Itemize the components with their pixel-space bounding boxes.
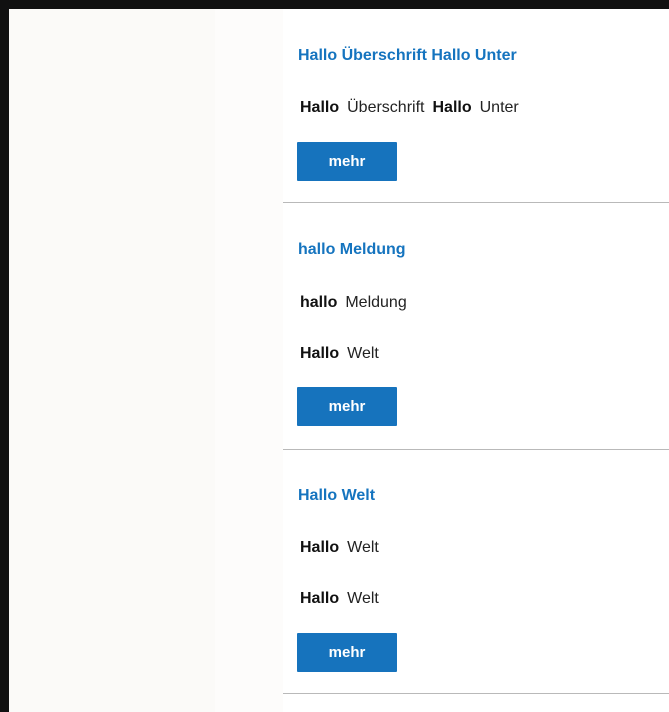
news-item-line: Hallo Welt — [300, 590, 379, 608]
line-value: Welt — [347, 539, 379, 556]
line-value: Welt — [347, 590, 379, 607]
divider — [283, 693, 669, 694]
news-list: Hallo Überschrift Hallo Unter Hallo Übers… — [283, 9, 669, 712]
news-item-title[interactable]: Hallo Welt — [298, 487, 375, 505]
news-item-line: Hallo Welt — [300, 539, 379, 557]
line-label: Hallo — [300, 590, 340, 607]
news-item: Hallo Welt Hallo Welt Hallo Welt mehr — [283, 9, 669, 709]
left-panel — [9, 9, 215, 712]
window-frame: Hallo Überschrift Hallo Unter Hallo Übers… — [0, 0, 669, 712]
line-label: Hallo — [300, 539, 340, 556]
more-button[interactable]: mehr — [297, 633, 397, 672]
